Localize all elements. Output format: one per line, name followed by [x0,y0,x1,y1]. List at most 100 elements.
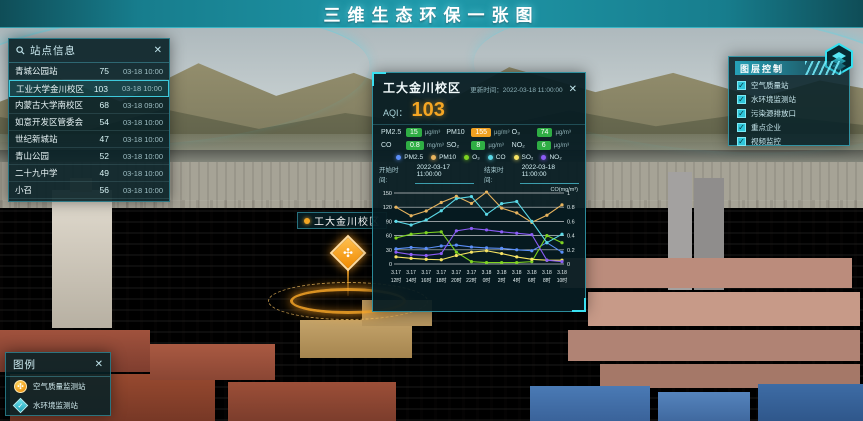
series-color-dot [431,155,436,160]
pollutant-item: O₃74µg/m³ [512,128,577,137]
station-panel-header: 站点信息 ✕ [9,39,169,63]
svg-text:2时: 2时 [498,277,506,284]
svg-text:120: 120 [383,205,392,211]
svg-text:3.17: 3.17 [391,270,401,276]
station-time: 03-18 10:00 [115,169,163,178]
station-row[interactable]: 工业大学金川校区10303-18 10:00 [9,80,169,97]
layer-checkbox[interactable]: ✓ [737,137,746,146]
chart-series-NO₂ [394,227,563,263]
marker-text: 工大金川校区 [314,213,380,228]
svg-text:12时: 12时 [391,277,402,284]
svg-text:10时: 10时 [557,277,568,284]
station-list-panel: 站点信息 ✕ 青城公园站7503-18 10:00工业大学金川校区10303-1… [8,38,170,202]
layer-item[interactable]: ✓ 视频监控 [729,134,849,148]
svg-text:0.8: 0.8 [567,205,575,211]
legend-chip-O₃[interactable]: O₃ [464,154,480,161]
map-legend-panel: 图例 ✕ ✣空气质量监测站✓水环境监测站 [5,352,111,416]
aqi-label: AQI： [383,106,408,119]
legend-chip-PM2.5[interactable]: PM2.5 [396,154,423,161]
series-name: O₃ [472,154,480,161]
legend-panel-title: 图例 [13,357,90,372]
station-row[interactable]: 小召56 03-18 10:00 [9,182,169,199]
popup-title: 工大金川校区 [383,79,461,96]
svg-text:3.18: 3.18 [557,270,567,276]
layer-checkbox[interactable]: ✓ [737,123,746,132]
close-icon[interactable]: ✕ [95,360,103,370]
series-name: PM10 [439,154,456,161]
pollutant-item: PM2.515µg/m³ [381,128,446,137]
legend-panel-header: 图例 ✕ [6,353,110,377]
svg-text:3.17: 3.17 [436,270,446,276]
station-aqi: 47 [87,134,109,144]
pollutant-label: PM10 [446,129,468,136]
station-time: 03-18 10:00 [115,135,163,144]
svg-text:18时: 18时 [436,277,447,284]
legend-item-label: 水环境监测站 [33,400,78,411]
pollutant-label: O₃ [512,129,534,136]
svg-text:0.2: 0.2 [567,248,575,254]
series-color-dot [464,155,469,160]
app-header: 三维生态环保一张图 [0,0,863,28]
legend-chip-CO[interactable]: CO [488,154,506,161]
layer-label: 视频监控 [751,136,781,147]
pollutant-unit: µg/m³ [554,143,569,149]
station-time: 03-18 10:00 [115,118,163,127]
svg-text:3.17: 3.17 [406,270,416,276]
close-icon[interactable]: ✕ [154,46,162,56]
station-row[interactable]: 二十九中学4903-18 10:00 [9,165,169,182]
layer-checkbox[interactable]: ✓ [737,109,746,118]
series-name: CO [496,154,506,161]
svg-text:0: 0 [567,262,570,268]
station-aqi: 103 [86,84,108,94]
series-name: PM2.5 [404,154,423,161]
layer-item[interactable]: ✓污染源排放口 [729,106,849,120]
pollutant-item: SO₂8µg/m³ [446,141,511,150]
svg-text:30: 30 [386,248,392,254]
pin-stem [347,268,349,296]
svg-text:0时: 0时 [483,277,491,284]
pollutant-label: NO₂ [512,142,534,149]
pollutant-unit: mg/m³ [427,143,444,149]
layer-checkbox[interactable]: ✓ [737,95,746,104]
station-aqi: 54 [87,117,109,127]
building-block [228,382,396,421]
svg-text:3.17: 3.17 [467,270,477,276]
chart-wrap: 030609012015000.20.40.60.81CO(mg/m³)3.17… [373,186,585,295]
station-name: 二十九中学 [15,167,87,179]
legend-chip-NO₂[interactable]: NO₂ [541,154,561,161]
end-time-input[interactable]: 2022-03-18 11:00:00 [520,164,579,184]
station-time: 03-18 10:00 [115,67,163,76]
pollutant-value-badge: 8 [471,141,485,150]
map-viewport[interactable]: 三维生态环保一张图 工大金川校区 ✣ 站点信息 ✕ 青城公园站7503-18 1… [0,0,863,421]
pollutant-item: PM10155µg/m³ [446,128,511,137]
layer-item[interactable]: ✓水环境监测站 [729,92,849,106]
station-time: 03-18 10:00 [115,186,163,195]
close-icon[interactable]: ✕ [569,85,577,95]
station-time: 03-18 10:00 [115,152,163,161]
station-row[interactable]: 青山公园5203-18 10:00 [9,148,169,165]
station-name: 小召 [15,184,87,196]
series-color-dot [541,155,546,160]
station-row[interactable]: 青城公园站7503-18 10:00 [9,63,169,80]
station-aqi: 56 [87,185,109,195]
update-time: 更新时间：2022-03-18 11:00:00 [467,84,563,94]
layer-list: ✓空气质量站✓水环境监测站✓污染源排放口✓重点企业✓视频监控 [729,78,849,148]
layer-item[interactable]: ✓ 空气质量站 [729,78,849,92]
station-row[interactable]: 如意开发区管委会5403-18 10:00 [9,114,169,131]
start-time-input[interactable]: 2022-03-17 11:00:00 [415,164,474,184]
building-block [588,292,860,326]
legend-chip-PM10[interactable]: PM10 [431,154,456,161]
legend-chip-SO₂[interactable]: SO₂ [514,154,534,161]
layer-label: 空气质量站 [751,80,789,91]
pollutant-unit: µg/m³ [425,130,440,136]
pollutant-value-badge: 6 [537,141,551,150]
layer-checkbox[interactable]: ✓ [737,81,746,90]
svg-text:60: 60 [386,234,392,240]
building-block [758,384,863,421]
pollutant-value-badge: 0.8 [406,141,424,150]
svg-text:0: 0 [389,262,392,268]
building-block [150,344,275,380]
station-row[interactable]: 世纪新城站4703-18 10:00 [9,131,169,148]
station-row[interactable]: 内蒙古大学南校区6803-18 09:00 [9,97,169,114]
layer-item[interactable]: ✓重点企业 [729,120,849,134]
